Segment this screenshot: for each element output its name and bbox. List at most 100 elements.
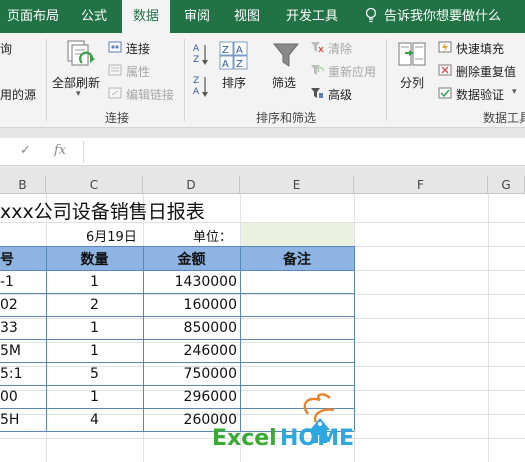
column-header-b[interactable]: B [0,176,46,194]
ribbon-partial-source-label[interactable]: 用的源 [0,86,36,103]
cell-model[interactable]: 5M [0,343,21,359]
edit-links-button[interactable]: 编辑链接 [126,86,174,103]
header-quantity[interactable]: 数量 [46,249,143,269]
sort-button[interactable]: 排序 [222,74,246,91]
cell-quantity[interactable]: 1 [46,343,143,359]
reapply-button[interactable]: 重新应用 [328,63,376,80]
gridline [0,318,525,319]
lightbulb-icon [362,0,380,33]
cell-amount[interactable]: 1430000 [143,274,237,290]
header-note[interactable]: 备注 [240,249,354,269]
tab-view[interactable]: 视图 [224,0,270,33]
flash-fill-button[interactable]: 快速填充 [456,40,504,57]
column-header-c[interactable]: C [46,176,143,194]
properties-button[interactable]: 属性 [126,63,150,80]
group-label-connections: 连接 [105,111,130,125]
cell-model[interactable]: 5:1 [0,366,23,382]
ribbon-tab-bar: 页面布局 公式 数据 审阅 视图 开发工具 告诉我你想要做什么 [0,0,525,34]
cell-model[interactable]: -1 [0,274,14,290]
cell-quantity[interactable]: 1 [46,389,143,405]
clear-filter-icon [310,41,324,56]
tell-me-box[interactable]: 告诉我你想要做什么 [362,0,501,33]
edit-links-icon [108,87,122,102]
text-to-columns-icon[interactable] [397,41,427,74]
tell-me-text: 告诉我你想要做什么 [384,9,502,24]
sort-ascending-icon[interactable]: AZ [193,41,209,70]
cell-amount[interactable]: 160000 [143,297,237,313]
filter-button[interactable]: 筛选 [272,74,296,91]
group-separator [46,39,47,121]
svg-text:A: A [236,45,243,56]
column-header-e[interactable]: E [240,176,354,194]
logo-text-excel: Excel [212,426,277,451]
remove-duplicates-icon[interactable] [438,64,452,79]
header-amount[interactable]: 金额 [143,249,240,269]
svg-text:Z: Z [236,59,243,70]
cell-amount[interactable]: 850000 [143,320,237,336]
ribbon-gap [0,128,525,138]
logo-text-home: HOME [280,426,354,451]
group-label-data-tools: 数据工具 [483,111,525,125]
refresh-dropdown-arrow-icon[interactable]: ▾ [76,89,81,99]
ribbon-partial-query-label[interactable]: 询 [0,40,12,57]
formula-bar-gap [0,166,525,176]
column-header-f[interactable]: F [354,176,488,194]
cell-quantity[interactable]: 4 [46,412,143,428]
svg-text:A: A [193,44,200,54]
insert-function-button[interactable]: fx [54,143,66,158]
cell-quantity[interactable]: 1 [46,320,143,336]
sort-icon[interactable]: ZAAZ [219,41,249,74]
tab-review[interactable]: 审阅 [174,0,220,33]
text-to-columns-button[interactable]: 分列 [400,74,424,91]
column-header-d[interactable]: D [143,176,240,194]
tab-formulas[interactable]: 公式 [70,0,118,33]
enter-check-icon[interactable]: ✓ [20,143,31,158]
header-model[interactable]: 号 [0,249,14,269]
data-validation-button[interactable]: 数据验证 [456,86,504,103]
cell-model[interactable]: 33 [0,320,18,336]
gridline [488,194,489,462]
ribbon-data: 询 用的源 全部刷新 ▾ 连接 属性 编辑链接 连接 AZ ZAAZ ZA 排序 [0,33,525,128]
refresh-all-icon[interactable] [62,39,98,74]
formula-input[interactable] [83,141,525,163]
sort-descending-icon[interactable]: ZA [193,73,209,102]
cell-model[interactable]: 02 [0,297,18,313]
cell-quantity[interactable]: 2 [46,297,143,313]
data-validation-dropdown-icon[interactable]: ▾ [512,87,517,97]
cell-quantity[interactable]: 1 [46,274,143,290]
cell-quantity[interactable]: 5 [46,366,143,382]
unit-value-cell[interactable] [241,223,354,246]
svg-text:Z: Z [193,76,199,86]
cell-amount[interactable]: 246000 [143,343,237,359]
unit-label[interactable]: 单位： [193,226,232,245]
filter-icon[interactable] [272,41,300,72]
data-validation-icon[interactable] [438,87,452,102]
clear-button[interactable]: 清除 [328,40,352,57]
advanced-button[interactable]: 高级 [328,86,352,103]
svg-text:Z: Z [193,55,199,65]
tab-data[interactable]: 数据 [122,0,170,34]
formula-bar: ✓ fx [0,138,525,166]
excelhome-logo: Excel HOME [212,392,362,454]
report-title[interactable]: xxx公司设备销售日报表 [0,197,205,224]
group-separator [184,39,185,121]
connections-icon[interactable] [108,41,122,56]
reapply-icon [310,64,324,79]
advanced-filter-icon[interactable] [310,87,324,102]
group-label-sort-filter: 排序和筛选 [256,111,317,125]
tab-page-layout[interactable]: 页面布局 [0,0,66,33]
flash-fill-icon[interactable] [438,41,452,56]
cell-model[interactable]: 00 [0,389,18,405]
tab-developer[interactable]: 开发工具 [276,0,348,33]
report-date[interactable]: 6月19日 [86,226,137,245]
svg-text:Z: Z [222,45,229,56]
gridline [0,294,525,295]
column-header-g[interactable]: G [488,176,525,194]
remove-duplicates-button[interactable]: 删除重复值 [456,63,516,80]
properties-icon [108,64,122,79]
cell-amount[interactable]: 750000 [143,366,237,382]
cell-model[interactable]: 5H [0,412,19,428]
svg-text:A: A [222,59,229,70]
group-separator [386,39,387,121]
connections-button[interactable]: 连接 [126,40,150,57]
